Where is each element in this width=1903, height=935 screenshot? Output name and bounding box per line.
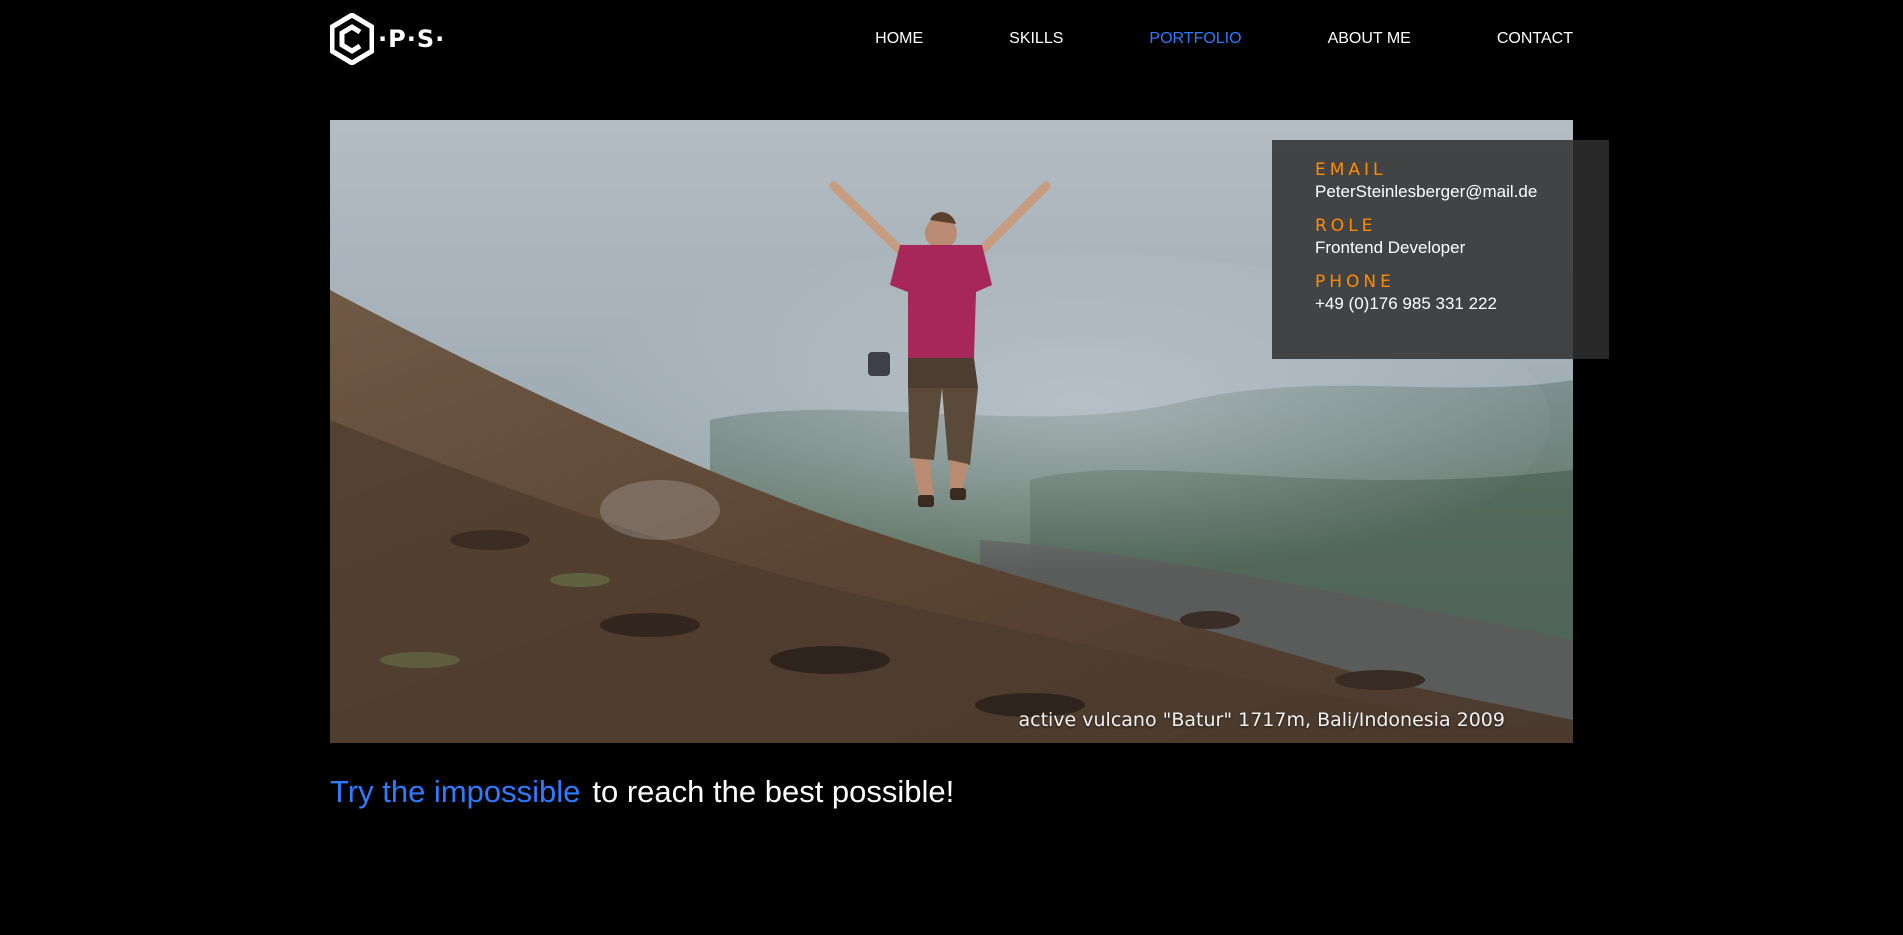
role-label: ROLE [1315, 216, 1377, 236]
nav-about-me[interactable]: ABOUT ME [1328, 30, 1411, 48]
phone-label: PHONE [1315, 272, 1395, 292]
contact-info-card: EMAIL PeterSteinlesberger@mail.de ROLE F… [1272, 140, 1609, 359]
tagline-highlight: Try the impossible [330, 774, 581, 809]
email-block: EMAIL PeterSteinlesberger@mail.de [1315, 159, 1609, 203]
phone-value[interactable]: +49 (0)176 985 331 222 [1315, 293, 1609, 315]
nav-home[interactable]: HOME [875, 30, 923, 48]
main-nav: HOME SKILLS PORTFOLIO ABOUT ME CONTACT [875, 30, 1573, 48]
tagline: Try the impossible to reach the best poss… [330, 774, 954, 810]
photo-caption: active vulcano "Batur" 1717m, Bali/Indon… [1018, 709, 1505, 731]
nav-contact[interactable]: CONTACT [1497, 30, 1573, 48]
phone-block: PHONE +49 (0)176 985 331 222 [1315, 271, 1609, 315]
site-logo[interactable]: ·P·S· [330, 13, 445, 65]
nav-skills[interactable]: SKILLS [1009, 30, 1063, 48]
tagline-rest: to reach the best possible! [592, 774, 955, 809]
email-label: EMAIL [1315, 160, 1387, 180]
email-value[interactable]: PeterSteinlesberger@mail.de [1315, 181, 1609, 203]
role-value: Frontend Developer [1315, 238, 1466, 257]
role-block: ROLE Frontend Developer [1315, 215, 1609, 259]
nav-portfolio[interactable]: PORTFOLIO [1149, 30, 1241, 48]
logo-text: ·P·S· [378, 25, 446, 53]
hexagon-logo-icon [330, 13, 374, 65]
